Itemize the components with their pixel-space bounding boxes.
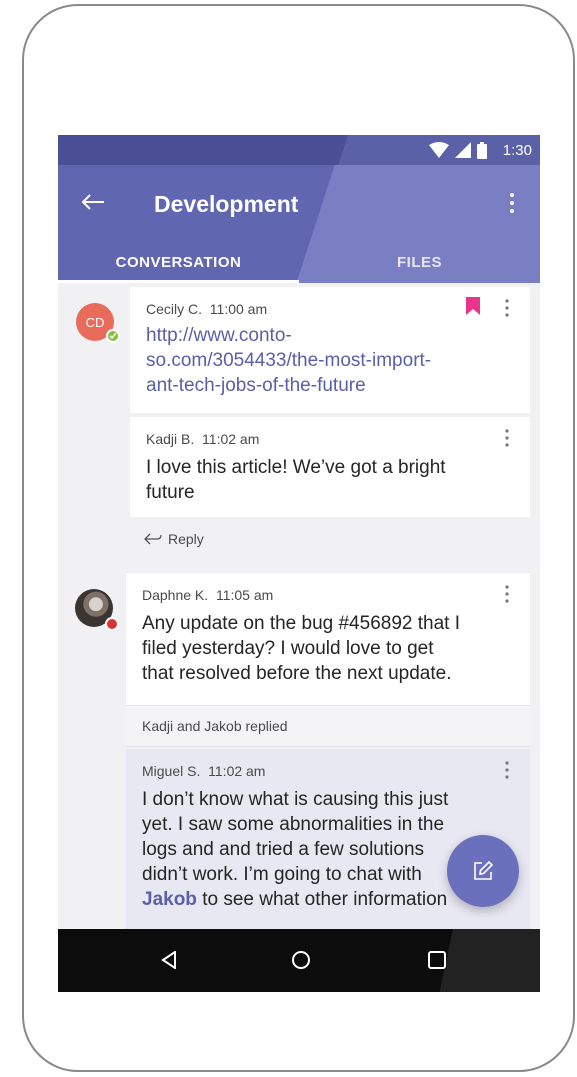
compose-button[interactable] bbox=[447, 835, 519, 907]
message-card[interactable]: Cecily C. 11:00 am http://www.conto- so.… bbox=[130, 287, 530, 413]
message-last-line: Jakob to see what other information bbox=[142, 889, 448, 910]
status-bar: 1:30 bbox=[58, 135, 540, 165]
tab-conversation-label: CONVERSATION bbox=[115, 253, 242, 271]
replies-summary-text: Kadji and Jakob replied bbox=[142, 718, 288, 734]
message-author: Kadji B. bbox=[146, 431, 195, 447]
message-more-button[interactable] bbox=[502, 759, 512, 781]
more-vertical-icon bbox=[505, 299, 509, 317]
more-vertical-icon bbox=[505, 761, 509, 779]
message-time: 11:00 am bbox=[209, 301, 268, 317]
bookmark-icon[interactable] bbox=[466, 297, 480, 315]
more-vertical-icon bbox=[505, 429, 509, 447]
phone-screen: 1:30 Development CONVERSATION FILES CD C… bbox=[58, 135, 540, 992]
wifi-icon bbox=[428, 142, 449, 158]
arrow-left-icon bbox=[81, 194, 104, 210]
message-time: 11:05 am bbox=[215, 587, 274, 603]
message-meta: Kadji B. 11:02 am bbox=[146, 431, 259, 447]
message-author: Cecily C. bbox=[146, 301, 203, 317]
reply-card[interactable]: Kadji B. 11:02 am I love this article! W… bbox=[130, 417, 530, 517]
mention-link[interactable]: Jakob bbox=[142, 889, 197, 910]
message-time: 11:02 am bbox=[208, 763, 266, 779]
more-vertical-icon bbox=[510, 193, 514, 213]
message-text: I love this article! We’ve got a bright … bbox=[146, 457, 446, 503]
reply-label: Reply bbox=[168, 531, 204, 547]
status-icons: 1:30 bbox=[428, 141, 532, 159]
nav-recents-button[interactable] bbox=[422, 945, 452, 975]
battery-icon bbox=[476, 141, 487, 159]
tab-conversation[interactable]: CONVERSATION bbox=[58, 241, 299, 283]
page-title: Development bbox=[154, 191, 299, 217]
home-circle-icon bbox=[292, 951, 310, 969]
presence-available-icon bbox=[106, 329, 120, 343]
avatar-initials: CD bbox=[85, 314, 105, 330]
message-author: Miguel S. bbox=[142, 763, 201, 779]
message-meta: Miguel S. 11:02 am bbox=[142, 763, 265, 779]
message-text: Any update on the bug #456892 that I fil… bbox=[142, 613, 460, 684]
back-button[interactable] bbox=[78, 187, 108, 217]
message-text: I don’t know what is causing this just y… bbox=[142, 789, 449, 910]
message-meta: Daphne K. 11:05 am bbox=[142, 587, 273, 603]
status-time: 1:30 bbox=[502, 141, 532, 159]
avatar[interactable]: CD bbox=[76, 303, 120, 343]
more-vertical-icon bbox=[505, 585, 509, 603]
system-nav-bar bbox=[58, 929, 540, 992]
signal-icon bbox=[454, 142, 471, 158]
recents-square-icon bbox=[428, 951, 446, 969]
message-time: 11:02 am bbox=[202, 431, 260, 447]
tab-files[interactable]: FILES bbox=[299, 241, 540, 283]
message-author: Daphne K. bbox=[142, 587, 209, 603]
nav-bar-accent bbox=[439, 929, 540, 992]
nav-home-button[interactable] bbox=[286, 945, 316, 975]
reply-arrow-icon bbox=[144, 533, 162, 545]
app-bar: Development CONVERSATION FILES bbox=[58, 165, 540, 283]
reply-button[interactable]: Reply bbox=[144, 527, 204, 551]
conversation-thread: CD Cecily C. 11:00 am http://www.conto- … bbox=[58, 283, 540, 929]
message-card[interactable]: Daphne K. 11:05 am Any update on the bug… bbox=[126, 573, 530, 705]
nav-back-button[interactable] bbox=[154, 945, 184, 975]
message-meta: Cecily C. 11:00 am bbox=[146, 301, 267, 317]
tab-files-label: FILES bbox=[396, 253, 442, 271]
message-more-button[interactable] bbox=[502, 297, 512, 319]
message-more-button[interactable] bbox=[502, 427, 512, 449]
message-link[interactable]: http://www.conto- so.com/3054433/the-mos… bbox=[146, 323, 431, 398]
replies-summary[interactable]: Kadji and Jakob replied bbox=[126, 705, 530, 747]
presence-busy-icon bbox=[105, 617, 119, 631]
back-triangle-icon bbox=[161, 951, 176, 969]
more-options-button[interactable] bbox=[502, 189, 522, 217]
message-more-button[interactable] bbox=[502, 583, 512, 605]
compose-icon bbox=[474, 860, 494, 880]
avatar[interactable] bbox=[75, 589, 119, 631]
